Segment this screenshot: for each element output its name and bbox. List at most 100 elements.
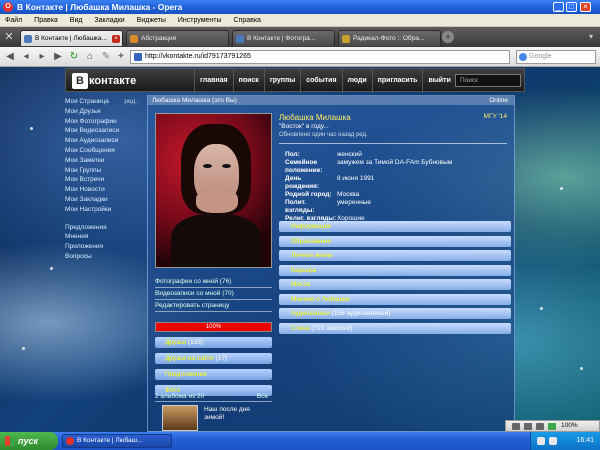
menu-my-bookmarks[interactable]: Мои Закладки [65,195,145,205]
section-audio[interactable]: Аудиозаписи (156 аудиозаписей) [279,308,511,319]
menu-my-friends[interactable]: Мои Друзья [65,107,145,117]
tab-label: В Контакте | Любашка... [35,35,107,42]
close-button[interactable]: × [580,2,591,12]
new-tab-icon[interactable]: + [442,31,454,43]
snowflake-decor [50,267,53,270]
nav-invite[interactable]: пригласить [371,69,423,93]
menu-my-notes[interactable]: Мои Заметки [65,156,145,166]
profile-university[interactable]: МГУ '14 [484,113,507,120]
fast-forward-icon[interactable]: ▶ [51,50,65,64]
menu-my-videos[interactable]: Мои Видеозаписи [65,126,145,136]
menu-my-settings[interactable]: Мои Настройки [65,205,145,215]
taskbar-opera-item[interactable]: В Контакте | Любаш... [62,434,172,448]
rewind-icon[interactable]: ◂ [19,50,33,64]
edit-link[interactable]: ред. [124,97,137,107]
menu-widgets[interactable]: Виджеты [132,14,171,27]
menu-my-groups[interactable]: Мои Группы [65,166,145,176]
menu-my-news[interactable]: Мои Новости [65,185,145,195]
album-thumbnail[interactable] [162,405,198,431]
edit-icon[interactable]: ✎ [99,50,113,64]
menu-edit[interactable]: Правка [29,14,63,27]
turbo-icon[interactable] [524,423,532,430]
section-personal[interactable]: Личная жизнь [279,250,511,261]
menu-my-audio[interactable]: Мои Аудиозаписи [65,136,145,146]
menu-my-page[interactable]: Моя Страница ред. [65,97,145,107]
nav-logout[interactable]: выйти [422,69,455,93]
menu-view[interactable]: Вид [65,14,88,27]
menu-questions[interactable]: Вопросы [65,252,145,262]
tab-abstraction[interactable]: Абстракция [126,30,229,46]
vk-search-input[interactable]: Поиск [455,74,521,87]
search-input[interactable]: Google [516,50,596,64]
wrench-icon[interactable]: ✕ [2,30,16,44]
photo-hand [196,189,238,213]
zoom-level[interactable]: 100% [561,421,578,431]
info-value[interactable]: женский [337,151,497,159]
menu-file[interactable]: Файл [0,14,27,27]
profile-status[interactable]: "Восток" в году... [279,123,507,131]
info-value[interactable]: умеренные [337,199,497,207]
search-placeholder: Google [529,53,552,60]
menu-apps[interactable]: Приложения [65,242,145,252]
clock[interactable]: 16:41 [576,432,594,450]
menu-help[interactable]: Справка [228,14,265,27]
vk-logo[interactable]: Вконтакте [72,73,136,89]
section-opinions[interactable]: Мнения о Любашке [279,293,511,305]
menu-my-messages[interactable]: Мои Сообщения [65,146,145,156]
section-wall[interactable]: Стена (719 записей) [279,322,511,334]
reload-icon[interactable]: ↻ [67,50,81,64]
nav-home[interactable]: главная [194,69,233,93]
nav-groups[interactable]: группы [263,69,300,93]
section-places[interactable]: Места [279,279,511,290]
tab-vk-profile[interactable]: В Контакте | Любашка... × [20,30,123,46]
panel-toggle-icon[interactable] [512,423,520,430]
network-icon[interactable] [537,437,545,445]
page-info-icon [134,53,142,61]
profile-photo[interactable] [155,113,272,268]
albums-all-link[interactable]: Все [257,392,268,401]
videos-with-me-link[interactable]: Видеозаписи со мной (70) [155,288,272,300]
section-offers[interactable]: Предложения [155,369,272,380]
section-information[interactable]: Информация [279,221,511,232]
section-friends[interactable]: Друзья (133) [155,337,272,348]
section-count: (133) [187,339,204,346]
tab-vk-photos[interactable]: В Контакте | Фотогра... [232,30,335,46]
section-friends-online[interactable]: Друзья на сайте (17) [155,353,272,364]
info-value[interactable]: 8 июня 1991 [337,175,497,183]
menu-my-photos[interactable]: Мои Фотографии [65,117,145,127]
info-value[interactable]: замужем за Тимой DA-FAm Бубновым [337,159,497,167]
profile-header-bar: Любашка Милашка (это Вы) Online [148,96,514,105]
address-input[interactable]: http://vkontakte.ru/id79173791265 [130,50,510,64]
nav-people[interactable]: люди [341,69,372,93]
speed-icon[interactable] [548,423,556,430]
back-icon[interactable]: ◀ [3,50,17,64]
home-icon[interactable]: ⌂ [83,50,97,64]
trash-icon[interactable]: ▾ [586,32,596,42]
menu-opinions[interactable]: Мнения [65,232,145,242]
vk-left-menu: Моя Страница ред. Мои Друзья Мои Фотограф… [65,97,145,262]
volume-icon[interactable] [549,437,557,445]
photos-with-me-link[interactable]: Фотографии со мной (76) [155,276,272,288]
album-title[interactable]: Наш после дня зимой! [204,406,264,422]
maximize-button[interactable]: □ [566,2,577,12]
minimize-button[interactable]: _ [553,2,564,12]
section-education[interactable]: Образование [279,235,511,247]
start-button[interactable]: пуск [0,432,58,450]
menu-bookmarks[interactable]: Закладки [89,14,129,27]
view-icon[interactable] [536,423,544,430]
close-tab-icon[interactable]: × [112,35,120,43]
edit-page-link[interactable]: Редактировать страницу [155,300,272,312]
nav-events[interactable]: события [300,69,341,93]
menu-tools[interactable]: Инструменты [173,14,227,27]
info-row: Семейное положение: замужем за Тимой DA-F… [285,159,505,175]
tab-radikal[interactable]: Радикал-Фото :: Обра... [338,30,441,46]
nav-search[interactable]: поиск [232,69,264,93]
info-row: Пол: женский [285,151,505,159]
info-value[interactable]: Москва [337,191,497,199]
section-career[interactable]: Карьера [279,264,511,276]
wand-icon[interactable]: ✦ [114,50,128,64]
forward-icon[interactable]: ▸ [35,50,49,64]
menu-my-events[interactable]: Мои Встречи [65,175,145,185]
menu-offers[interactable]: Предложения [65,223,145,233]
windows-taskbar: пуск В Контакте | Любаш... 16:41 [0,432,600,450]
